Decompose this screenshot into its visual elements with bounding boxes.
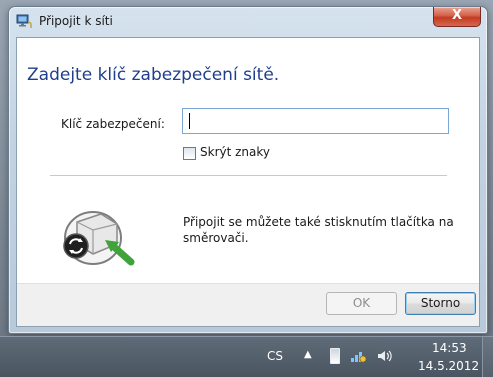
- security-key-label: Klíč zabezpečení:: [61, 117, 165, 131]
- hide-characters-label[interactable]: Skrýt znaky: [200, 145, 270, 159]
- router-wps-icon: [63, 211, 135, 266]
- ok-button[interactable]: OK: [326, 292, 397, 315]
- clock-date[interactable]: 14.5.2012: [418, 359, 479, 373]
- show-desktop-button[interactable]: [482, 337, 493, 377]
- dialog-footer: OK Storno: [17, 283, 479, 326]
- connect-network-dialog: Připojit k síti X Zadejte klíč zabezpeče…: [8, 6, 488, 334]
- taskbar: CS ▲ 14:53 14.5.2012: [0, 336, 493, 377]
- dialog-content: Zadejte klíč zabezpečení sítě. Klíč zabe…: [16, 37, 480, 327]
- window-title: Připojit k síti: [39, 14, 113, 28]
- volume-icon[interactable]: [377, 349, 393, 363]
- network-connect-icon: [16, 14, 32, 28]
- separator: [50, 175, 447, 176]
- close-button[interactable]: X: [433, 7, 481, 27]
- language-indicator[interactable]: CS: [267, 349, 283, 363]
- clock-time[interactable]: 14:53: [432, 341, 467, 355]
- dialog-heading: Zadejte klíč zabezpečení sítě.: [27, 65, 280, 85]
- network-icon[interactable]: [350, 349, 366, 363]
- cancel-button[interactable]: Storno: [405, 292, 476, 315]
- security-key-input[interactable]: [182, 108, 449, 134]
- battery-icon[interactable]: [330, 348, 340, 364]
- title-bar[interactable]: Připojit k síti X: [9, 7, 487, 35]
- show-hidden-icons-arrow[interactable]: ▲: [304, 349, 312, 360]
- wps-info-text: Připojit se můžete také stisknutím tlačí…: [183, 215, 454, 245]
- hide-characters-checkbox[interactable]: [183, 147, 196, 160]
- text-caret: [189, 113, 190, 129]
